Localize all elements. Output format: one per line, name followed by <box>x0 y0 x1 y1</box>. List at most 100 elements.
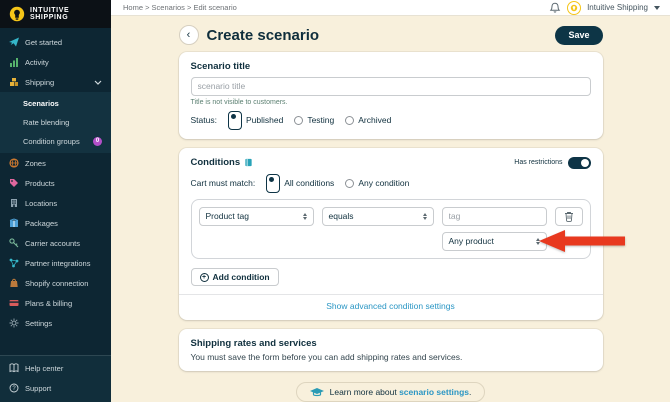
divider <box>178 294 603 295</box>
select-caret-icon <box>422 212 427 220</box>
product-scope-wrap: Any product <box>441 230 625 252</box>
has-restrictions-toggle[interactable] <box>567 156 591 169</box>
has-restrictions-label: Has restrictions <box>514 159 563 166</box>
sidebar-item-zones[interactable]: Zones <box>0 153 111 173</box>
sidebar-item-scenarios[interactable]: Scenarios <box>0 94 111 113</box>
manual-book-icon[interactable] <box>244 158 253 167</box>
rates-title: Shipping rates and services <box>190 338 317 349</box>
status-radio-published[interactable]: Published <box>227 110 283 130</box>
match-radio-all[interactable]: All conditions <box>266 173 334 193</box>
advanced-settings-link[interactable]: Show advanced condition settings <box>191 301 591 311</box>
conditions-header: Conditions Has restrictions <box>191 156 591 169</box>
has-restrictions-control: Has restrictions <box>514 156 591 169</box>
caret-down-icon <box>654 5 660 10</box>
gear-icon <box>9 318 19 328</box>
status-row: Status: Published Testing Archived <box>190 110 591 130</box>
rates-body-text: You must save the form before you can ad… <box>190 352 463 362</box>
main-area: Home > Scenarios > Edit scenario Intuiti… <box>111 0 670 402</box>
sidebar-item-locations[interactable]: Locations <box>0 193 111 213</box>
match-radio-any[interactable]: Any condition <box>345 178 409 188</box>
condition-value-input[interactable] <box>441 206 547 226</box>
sidebar-item-help-center[interactable]: Help center <box>0 358 111 378</box>
breadcrumb[interactable]: Home > Scenarios > Edit scenario <box>123 3 237 12</box>
save-button[interactable]: Save <box>555 25 603 45</box>
shopping-bag-icon <box>9 278 19 288</box>
banner-text: Learn more about scenario settings. <box>329 387 472 397</box>
sidebar-item-rate-blending[interactable]: Rate blending <box>0 113 111 132</box>
credit-card-icon <box>9 298 19 308</box>
shipping-rates-card: Shipping rates and services You must sav… <box>178 329 603 371</box>
condition-operator-select[interactable]: equals <box>321 206 434 226</box>
title-helper-text: Title is not visible to customers. <box>190 98 288 106</box>
brand-logo[interactable]: INTUITIVE SHIPPING <box>0 0 111 28</box>
delete-condition-button[interactable] <box>554 206 583 226</box>
sidebar-item-settings[interactable]: Settings <box>0 313 111 333</box>
avatar[interactable] <box>567 0 582 15</box>
sidebar-item-packages[interactable]: Packages <box>0 213 111 233</box>
topbar: Home > Scenarios > Edit scenario Intuiti… <box>111 0 670 16</box>
scenario-title-card: Scenario title Title is not visible to c… <box>178 52 603 139</box>
sidebar: INTUITIVE SHIPPING Get started Activity … <box>0 0 111 402</box>
sidebar-item-activity[interactable]: Activity <box>0 52 111 72</box>
condition-field-select[interactable]: Product tag <box>198 206 314 226</box>
brand-name: INTUITIVE SHIPPING <box>30 6 70 21</box>
chevron-down-icon <box>94 80 102 85</box>
learn-more-banner: Learn more about scenario settings. <box>295 382 486 402</box>
sidebar-nav: Get started Activity Shipping Scenarios … <box>0 28 111 355</box>
question-circle-icon: ? <box>9 383 19 393</box>
page-content: ‹ Create scenario Save Scenario title Ti… <box>111 16 670 402</box>
shipping-boxes-icon <box>9 77 19 87</box>
cart-match-label: Cart must match: <box>190 178 256 188</box>
radio-icon <box>294 115 304 125</box>
sidebar-footer: Help center ? Support <box>0 355 111 402</box>
sidebar-item-shipping[interactable]: Shipping <box>0 72 111 92</box>
status-label: Status: <box>190 115 217 125</box>
scenario-settings-link[interactable]: scenario settings <box>399 387 469 397</box>
product-scope-select[interactable]: Any product <box>441 231 547 251</box>
condition-group-box: Product tag equals tag Any product <box>190 198 625 259</box>
lightbulb-logo-icon <box>8 5 26 23</box>
sidebar-item-carrier-accounts[interactable]: Carrier accounts <box>0 233 111 253</box>
radio-selected-icon <box>266 173 281 193</box>
annotation-arrow <box>538 230 625 252</box>
status-radio-archived[interactable]: Archived <box>345 115 391 125</box>
cart-match-row: Cart must match: All conditions Any cond… <box>190 173 591 193</box>
sidebar-item-plans-billing[interactable]: Plans & billing <box>0 293 111 313</box>
app-window: INTUITIVE SHIPPING Get started Activity … <box>0 0 670 402</box>
conditions-title: Conditions <box>191 157 254 168</box>
select-caret-icon <box>302 212 307 220</box>
add-condition-button[interactable]: + Add condition <box>190 268 279 286</box>
plus-circle-icon: + <box>199 272 209 282</box>
sidebar-item-shopify-connection[interactable]: Shopify connection <box>0 273 111 293</box>
sidebar-item-partner-integrations[interactable]: Partner integrations <box>0 253 111 273</box>
account-name[interactable]: Intuitive Shipping <box>587 3 648 12</box>
building-icon <box>9 198 19 208</box>
account-menu: Intuitive Shipping <box>549 0 660 15</box>
graduation-cap-icon <box>309 387 324 397</box>
price-tag-icon <box>9 178 19 188</box>
status-radio-testing[interactable]: Testing <box>294 115 334 125</box>
package-icon <box>9 218 19 228</box>
scenario-title-input[interactable] <box>190 76 591 96</box>
key-icon <box>9 238 19 248</box>
sidebar-item-condition-groups[interactable]: Condition groups 0 <box>0 132 111 151</box>
radio-icon <box>345 115 355 125</box>
radio-selected-icon <box>227 110 242 130</box>
globe-icon <box>9 158 19 168</box>
conditions-card: Conditions Has restrictions Cart must ma… <box>178 147 625 320</box>
sidebar-item-get-started[interactable]: Get started <box>0 32 111 52</box>
bar-chart-icon <box>9 57 19 67</box>
page-title: Create scenario <box>206 26 320 44</box>
sidebar-item-products[interactable]: Products <box>0 173 111 193</box>
page-header: ‹ Create scenario Save <box>178 25 603 45</box>
shipping-submenu: Scenarios Rate blending Condition groups… <box>0 92 111 153</box>
bell-icon[interactable] <box>549 2 561 14</box>
radio-icon <box>345 178 355 188</box>
sidebar-item-support[interactable]: ? Support <box>0 378 111 398</box>
back-button[interactable]: ‹ <box>178 25 199 45</box>
network-nodes-icon <box>9 258 19 268</box>
scenario-title-label: Scenario title <box>190 61 251 72</box>
trash-icon <box>564 211 574 222</box>
paper-plane-icon <box>9 37 19 47</box>
count-badge: 0 <box>93 137 102 146</box>
